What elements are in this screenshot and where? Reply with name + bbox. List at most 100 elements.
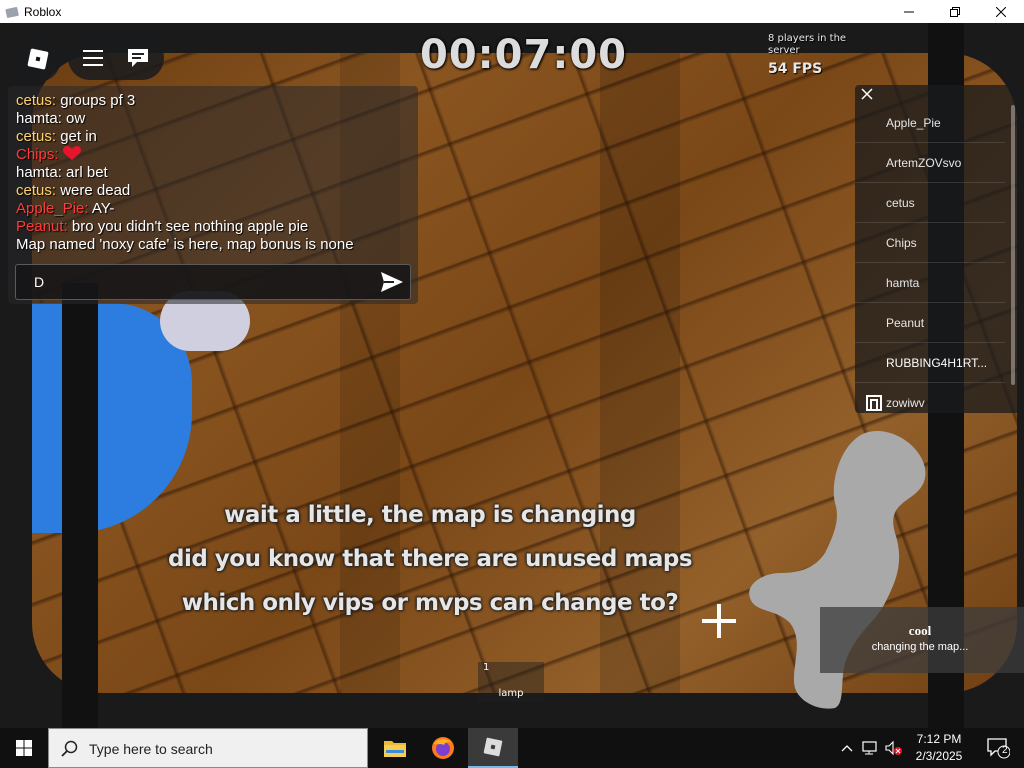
clock-time: 7:12 PM: [916, 732, 962, 746]
roblox-app-icon: [5, 6, 19, 18]
chat-text: groups pf 3: [56, 92, 136, 109]
chat-text: ow: [61, 110, 86, 127]
heart-icon: [62, 146, 81, 160]
players-count-line2: server: [768, 45, 800, 56]
maximize-button[interactable]: [932, 0, 978, 23]
chat-icon: [128, 49, 148, 67]
minimize-button[interactable]: [886, 0, 932, 23]
chat-author: hamta:: [16, 110, 62, 127]
chat-input-box[interactable]: D: [15, 264, 411, 300]
hamburger-icon: [83, 50, 103, 66]
windows-taskbar: Type here to search 7:12 PM 2/3/2025 2: [0, 728, 1024, 768]
player-list-item[interactable]: ArtemZOVsvo: [855, 143, 1005, 183]
window-title: Roblox: [24, 4, 62, 19]
player-name: RUBBING4H1RT...: [886, 356, 988, 370]
roblox-icon: [483, 737, 503, 757]
close-icon: [861, 88, 873, 100]
chat-window: cetus: groups pf 3 hamta: ow cetus: get …: [8, 86, 418, 304]
search-icon: [61, 740, 78, 757]
left-pole: [62, 283, 98, 728]
chat-author: hamta:: [16, 164, 62, 181]
chevron-up-icon: [841, 745, 853, 752]
player-list-item[interactable]: zowiwv: [855, 383, 1005, 413]
volume-status[interactable]: [883, 728, 905, 768]
show-hidden-icons-button[interactable]: [836, 728, 858, 768]
chat-message: cetus: get in: [16, 128, 354, 146]
player-list-scrollbar[interactable]: [1011, 105, 1015, 385]
chat-text: were dead: [56, 182, 131, 199]
chat-text: Map named 'noxy cafe' is here, map bonus…: [16, 236, 354, 253]
player-name: ArtemZOVsvo: [886, 156, 962, 170]
notification-toast: cool changing the map...: [820, 607, 1024, 673]
windows-logo-icon: [16, 740, 32, 756]
notification-text: changing the map...: [871, 641, 969, 653]
taskbar-search-box[interactable]: Type here to search: [48, 728, 368, 768]
send-icon: [381, 272, 403, 292]
taskbar-roblox[interactable]: [468, 728, 518, 768]
firefox-icon: [432, 737, 454, 759]
crosshair-icon: [702, 604, 736, 638]
chat-text: AY-: [88, 200, 115, 217]
message-line-1: wait a little, the map is changing: [224, 502, 636, 528]
chat-message: Peanut: bro you didn't see nothing apple…: [16, 218, 354, 236]
player-list-item[interactable]: hamta: [855, 263, 1005, 303]
hotbar-slot[interactable]: 1 lamp: [478, 662, 544, 702]
premium-icon: [866, 395, 882, 411]
chat-input[interactable]: D: [34, 274, 44, 290]
taskbar-firefox[interactable]: [419, 728, 467, 768]
player-name: Peanut: [886, 316, 925, 330]
chat-author: cetus:: [16, 128, 57, 145]
roblox-menu-button[interactable]: [15, 36, 61, 82]
chat-message: Apple_Pie: AY-: [16, 200, 354, 218]
chat-text: bro you didn't see nothing apple pie: [67, 218, 309, 235]
message-line-3: which only vips or mvps can change to?: [181, 590, 679, 616]
minimize-icon: [904, 11, 914, 12]
players-count-line1: 8 players in the: [768, 33, 847, 44]
message-line-2: did you know that there are unused maps: [167, 546, 693, 572]
start-button[interactable]: [0, 728, 48, 768]
close-button[interactable]: [978, 0, 1024, 23]
notification-count: 2: [1002, 745, 1008, 756]
close-icon: [996, 6, 1006, 17]
chat-message: Chips:: [16, 146, 354, 164]
game-viewport[interactable]: 00:07:00 8 players in the server 54 FPS …: [0, 23, 1024, 728]
player-list-item[interactable]: Apple_Pie: [855, 103, 1005, 143]
notification-title: cool: [908, 623, 932, 638]
taskbar-file-explorer[interactable]: [371, 728, 419, 768]
player-name: cetus: [886, 196, 915, 210]
action-center-button[interactable]: 2: [978, 728, 1018, 768]
player-list-item[interactable]: Chips: [855, 223, 1005, 263]
chat-author: cetus:: [16, 92, 57, 109]
fps-counter: 54 FPS: [768, 61, 823, 77]
chat-author: cetus:: [16, 182, 57, 199]
maximize-icon: [950, 6, 960, 17]
chat-author: Apple_Pie:: [16, 200, 89, 217]
chat-text: arl bet: [61, 164, 108, 181]
window-titlebar: Roblox: [0, 0, 1024, 23]
network-icon: [862, 741, 877, 755]
hotbar-slot-number: 1: [483, 662, 490, 673]
chat-message: hamta: arl bet: [16, 164, 354, 182]
file-explorer-icon: [384, 741, 406, 757]
chat-text: get in: [56, 128, 97, 145]
player-name: hamta: [886, 276, 920, 290]
chat-toggle-button[interactable]: [126, 46, 150, 70]
player-name: Apple_Pie: [886, 116, 941, 130]
hotbar-slot-label: lamp: [498, 688, 524, 699]
hamburger-menu-button[interactable]: [82, 48, 104, 68]
roblox-logo-icon: [27, 48, 49, 70]
player-list: Apple_Pie ArtemZOVsvo cetus Chips hamta …: [855, 85, 1019, 413]
network-status[interactable]: [860, 728, 882, 768]
player-list-item-self[interactable]: RUBBING4H1RT...: [855, 343, 1005, 383]
player-name: Chips: [886, 236, 917, 250]
map-change-message: wait a little, the map is changing did y…: [120, 493, 740, 625]
chat-message: hamta: ow: [16, 110, 354, 128]
taskbar-clock[interactable]: 7:12 PM 2/3/2025: [905, 731, 973, 765]
player-name: zowiwv: [886, 396, 925, 410]
player-list-item[interactable]: cetus: [855, 183, 1005, 223]
system-message: Map named 'noxy cafe' is here, map bonus…: [16, 236, 354, 254]
player-list-item[interactable]: Peanut: [855, 303, 1005, 343]
volume-muted-icon: [885, 741, 902, 755]
send-button[interactable]: [380, 271, 404, 293]
chat-messages: cetus: groups pf 3 hamta: ow cetus: get …: [16, 92, 354, 254]
